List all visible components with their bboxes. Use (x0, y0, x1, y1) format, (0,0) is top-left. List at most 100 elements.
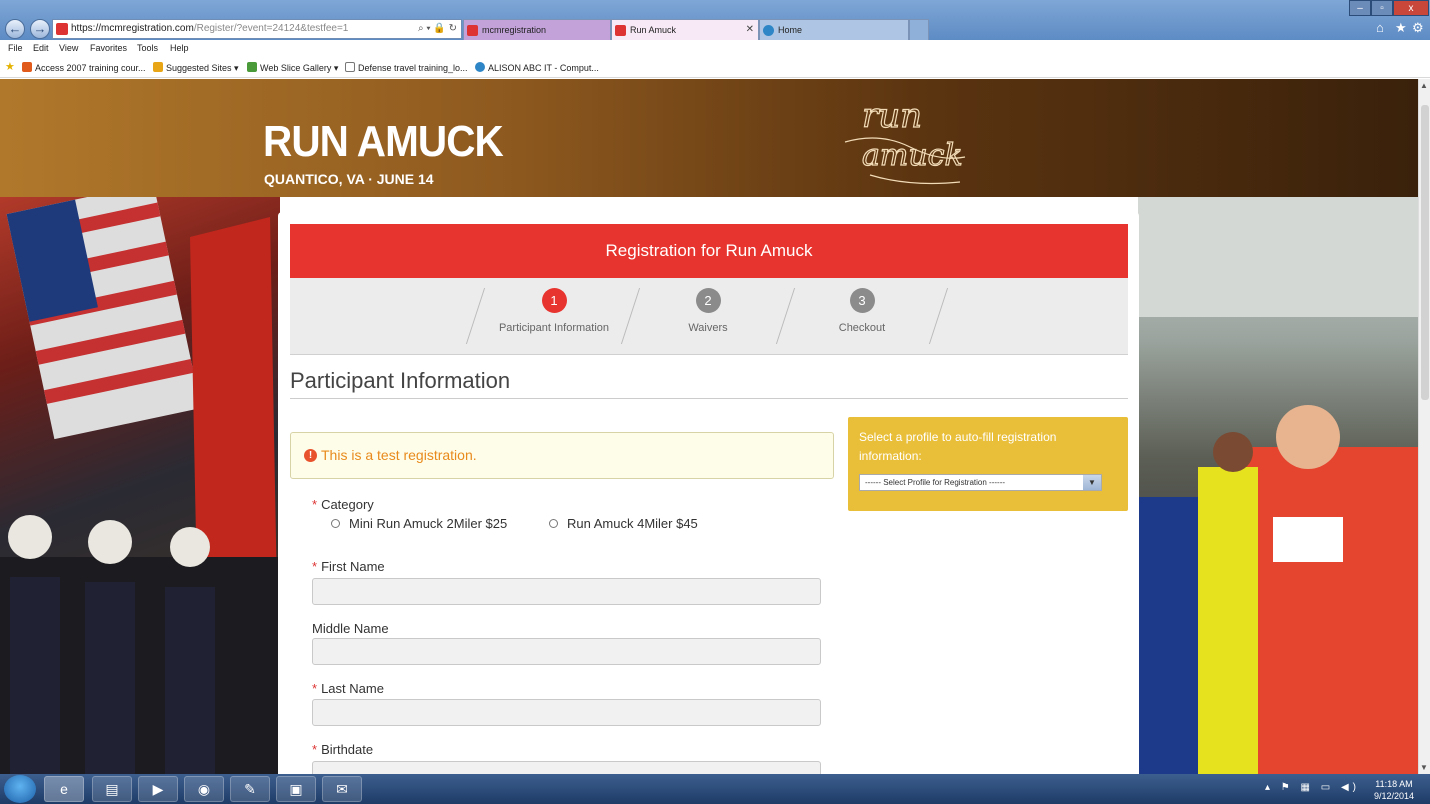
new-tab-button[interactable] (909, 19, 929, 40)
restore-button[interactable]: ▫ (1371, 0, 1393, 16)
tab-label: mcmregistration (482, 25, 547, 35)
site-icon (56, 23, 68, 35)
profile-autofill-text: Select a profile to auto-fill registrati… (859, 430, 1057, 463)
step-label: Checkout (838, 322, 886, 334)
office-icon (22, 62, 32, 72)
tab-site-icon (615, 25, 626, 36)
page-icon (345, 62, 355, 72)
radio-label: Run Amuck 4Miler $45 (567, 516, 698, 531)
address-url-main: https://mcmregistration.com (71, 23, 194, 34)
section-title: Participant Information (290, 368, 511, 393)
fav-suggested-sites[interactable]: Suggested Sites ▾ (153, 62, 239, 74)
explorer-taskbar-icon[interactable]: ▤ (92, 776, 132, 802)
fav-label: Web Slice Gallery ▾ (260, 63, 339, 73)
menu-view[interactable]: View (59, 43, 78, 53)
fav-label: Access 2007 training cour... (35, 63, 146, 73)
runners-photo (1138, 197, 1418, 774)
fav-alison[interactable]: ALISON ABC IT - Comput... (475, 62, 599, 73)
step-label: Participant Information (498, 322, 610, 334)
chevron-down-icon[interactable]: ▼ (1083, 475, 1101, 490)
radio-button[interactable] (331, 519, 340, 528)
alert-icon: ! (304, 449, 317, 462)
fav-access-2007[interactable]: Access 2007 training cour... (22, 62, 146, 73)
window-taskbar-icon[interactable]: ▣ (276, 776, 316, 802)
hp-taskbar-icon[interactable]: ◉ (184, 776, 224, 802)
runners-illustration (1138, 197, 1418, 774)
section-divider (290, 398, 1128, 399)
first-name-label-text: First Name (321, 559, 385, 574)
scroll-down-icon[interactable]: ▼ (1420, 763, 1428, 772)
banner-title: RUN AMUCK (263, 117, 504, 166)
required-marker: * (312, 681, 318, 696)
menu-bar: File Edit View Favorites Tools Help (0, 40, 1430, 58)
category-label-text: Category (321, 497, 374, 512)
web-page: RUN AMUCK QUANTICO, VA · JUNE 14 run amu… (0, 79, 1418, 774)
scroll-up-icon[interactable]: ▲ (1420, 81, 1428, 90)
address-bar[interactable]: https://mcmregistration.com/Register/?ev… (52, 19, 462, 39)
address-search-lock-refresh-icons[interactable]: ⌕ ▾ 🔒 ↻ (418, 20, 457, 38)
birthdate-input[interactable] (312, 761, 821, 774)
middle-name-label: Middle Name (312, 621, 389, 636)
step-waivers[interactable]: 2 Waivers (633, 288, 783, 334)
radio-button[interactable] (549, 519, 558, 528)
last-name-label: * Last Name (312, 681, 384, 696)
alert-text: This is a test registration. (321, 447, 477, 463)
event-banner: RUN AMUCK QUANTICO, VA · JUNE 14 run amu… (0, 79, 1418, 197)
media-player-taskbar-icon[interactable]: ▶ (138, 776, 178, 802)
registration-steps: 1 Participant Information 2 Waivers 3 Ch… (290, 278, 1128, 355)
taskbar-clock[interactable]: 11:18 AM 9/12/2014 (1374, 778, 1414, 802)
close-window-button[interactable]: x (1393, 0, 1429, 16)
category-option-mini-2miler[interactable]: Mini Run Amuck 2Miler $25 (331, 516, 507, 531)
page-scrollbar[interactable]: ▲ ▼ (1418, 79, 1430, 774)
category-option-4miler[interactable]: Run Amuck 4Miler $45 (549, 516, 698, 531)
home-icon[interactable]: ⌂ (1376, 20, 1384, 35)
close-tab-icon[interactable]: ✕ (746, 20, 754, 40)
step-participant-information[interactable]: 1 Participant Information (479, 288, 629, 334)
forward-button[interactable]: → (30, 19, 50, 39)
logo-text-run: run (862, 96, 922, 136)
tab-label: Home (778, 25, 803, 35)
birthdate-label-text: Birthdate (321, 742, 374, 757)
birthdate-label: * Birthdate (312, 742, 373, 757)
fav-defense-travel[interactable]: Defense travel training_lo... (345, 62, 468, 73)
middle-name-input[interactable] (312, 638, 821, 665)
menu-edit[interactable]: Edit (33, 43, 49, 53)
scrollbar-thumb[interactable] (1421, 105, 1429, 400)
tab-run-amuck[interactable]: Run Amuck ✕ (611, 19, 759, 40)
favorites-star-icon[interactable]: ★ (1395, 20, 1407, 36)
tab-label: Run Amuck (630, 25, 677, 35)
ie-icon (763, 25, 774, 36)
start-button[interactable] (4, 775, 36, 803)
minimize-button[interactable]: – (1349, 0, 1371, 16)
menu-tools[interactable]: Tools (137, 43, 158, 53)
banner-subtitle: QUANTICO, VA · JUNE 14 (264, 171, 434, 187)
menu-file[interactable]: File (8, 43, 23, 53)
windows-taskbar: e ▤ ▶ ◉ ✎ ▣ ✉ ▴ ⚑ ▦ ▭ ◀) 11:18 AM 9/12/2… (0, 774, 1430, 804)
required-marker: * (312, 742, 318, 757)
profile-select[interactable]: ------ Select Profile for Registration -… (859, 474, 1102, 491)
outlook-taskbar-icon[interactable]: ✉ (322, 776, 362, 802)
logo-text-amuck: amuck (862, 138, 963, 173)
fav-label: Suggested Sites ▾ (166, 63, 239, 73)
step-checkout[interactable]: 3 Checkout (787, 288, 937, 334)
favorites-star-icon[interactable]: ★ (5, 60, 15, 73)
clock-date: 9/12/2014 (1373, 791, 1414, 801)
web-slice-icon (247, 62, 257, 72)
fav-web-slice-gallery[interactable]: Web Slice Gallery ▾ (247, 62, 338, 74)
step-number: 2 (695, 288, 721, 313)
ie-taskbar-icon[interactable]: e (44, 776, 84, 802)
run-amuck-logo: run amuck (844, 95, 966, 185)
notes-taskbar-icon[interactable]: ✎ (230, 776, 270, 802)
system-tray-icons[interactable]: ▴ ⚑ ▦ ▭ ◀) (1265, 782, 1360, 793)
tab-mcmregistration[interactable]: mcmregistration (463, 19, 611, 40)
last-name-input[interactable] (312, 699, 821, 726)
first-name-input[interactable] (312, 578, 821, 605)
menu-favorites[interactable]: Favorites (90, 43, 127, 53)
tab-home[interactable]: Home (759, 19, 909, 40)
menu-help[interactable]: Help (170, 43, 189, 53)
browser-title-bar: ← → https://mcmregistration.com/Register… (0, 0, 1430, 40)
gear-icon[interactable]: ⚙ (1412, 20, 1424, 36)
back-button[interactable]: ← (5, 19, 25, 39)
step-label: Waivers (688, 322, 728, 334)
profile-autofill-panel: Select a profile to auto-fill registrati… (848, 417, 1128, 511)
